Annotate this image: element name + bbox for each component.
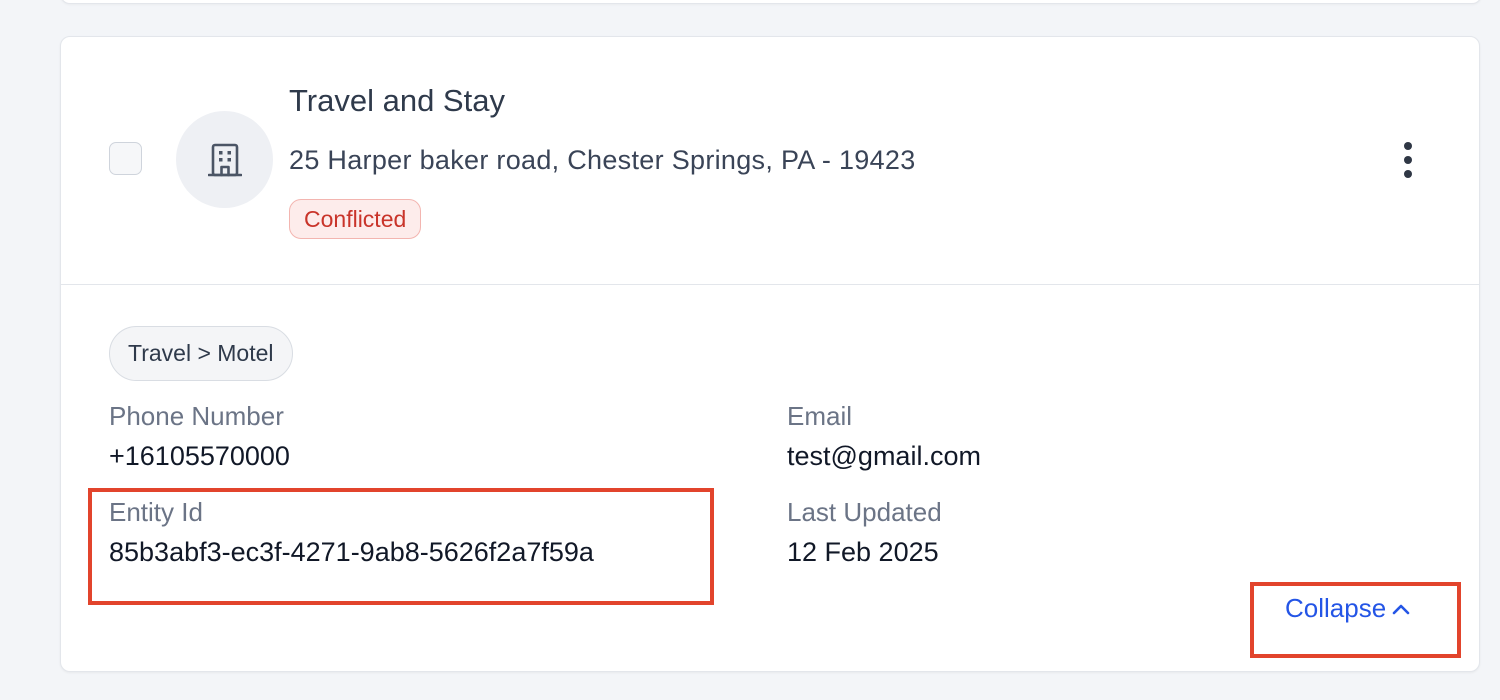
chevron-up-icon [1392,604,1410,614]
more-options-button[interactable] [1386,137,1430,183]
last-updated-label: Last Updated [787,497,942,527]
collapse-label: Collapse [1285,593,1387,623]
email-label: Email [787,401,853,431]
entity-title: Travel and Stay [289,83,505,118]
collapse-button[interactable]: Collapse [1285,593,1410,624]
category-chip: Travel > Motel [109,326,293,381]
entity-card: Travel and Stay 25 Harper baker road, Ch… [60,36,1480,672]
entity-avatar [176,111,273,208]
phone-label: Phone Number [109,401,284,431]
more-vertical-icon-dot [1404,170,1412,178]
more-vertical-icon [1404,142,1412,150]
email-value: test@gmail.com [787,441,981,471]
entity-address: 25 Harper baker road, Chester Springs, P… [289,145,916,175]
entity-id-value: 85b3abf3-ec3f-4271-9ab8-5626f2a7f59a [109,537,594,567]
phone-value: +16105570000 [109,441,290,471]
entity-id-label: Entity Id [109,497,203,527]
more-vertical-icon-dot [1404,156,1412,164]
building-icon [207,143,242,176]
divider [61,284,1479,285]
previous-card [60,0,1482,4]
status-badge: Conflicted [289,199,422,239]
select-checkbox[interactable] [109,142,142,175]
last-updated-value: 12 Feb 2025 [787,537,939,567]
